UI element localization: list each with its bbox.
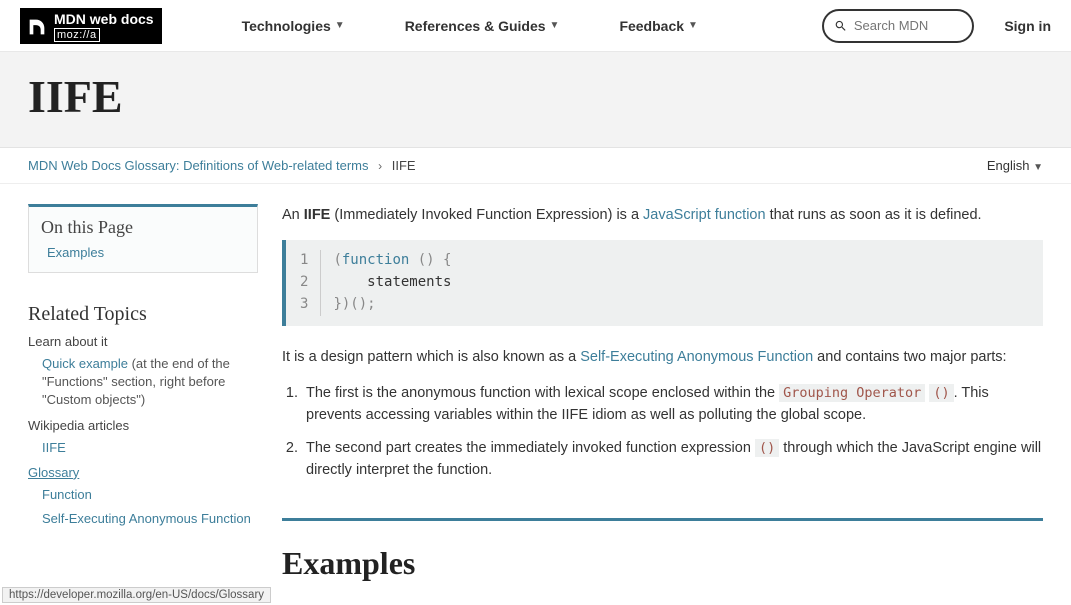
code-parens-2: () [755, 439, 779, 457]
language-selector[interactable]: English ▼ [987, 158, 1043, 173]
code-block: 1 2 3 (function () { statements })(); [282, 240, 1043, 325]
related-sub-wikipedia: Wikipedia articles [28, 418, 258, 433]
line-num-1: 1 [300, 252, 308, 268]
toc-item-examples[interactable]: Examples [47, 245, 104, 260]
nav-technologies[interactable]: Technologies ▼ [242, 18, 345, 34]
related-sub-learn: Learn about it [28, 334, 258, 349]
list-item: The first is the anonymous function with… [302, 382, 1043, 427]
two-parts-list: The first is the anonymous function with… [302, 382, 1043, 482]
caret-down-icon: ▼ [1033, 162, 1043, 173]
caret-down-icon: ▼ [550, 20, 560, 31]
p2a: The second part creates the immediately … [306, 440, 755, 456]
language-label: English [987, 158, 1030, 173]
code-l1c: () { [409, 252, 451, 268]
related-link-iife[interactable]: IIFE [42, 440, 66, 455]
code-parens: () [929, 384, 953, 402]
line-num-2: 2 [300, 274, 308, 290]
intro-text-2: (Immediately Invoked Function Expression… [330, 207, 643, 223]
breadcrumb-current: IIFE [392, 158, 416, 173]
chevron-right-icon: › [378, 159, 382, 173]
mdn-logo[interactable]: MDN web docs moz://a [20, 8, 162, 44]
caret-down-icon: ▼ [688, 20, 698, 31]
code-l1b: function [342, 252, 409, 268]
nav-technologies-label: Technologies [242, 18, 331, 34]
code-l3: })(); [333, 296, 375, 312]
brand-line2: moz://a [54, 28, 100, 42]
related-link-quick-example[interactable]: Quick example [42, 356, 128, 371]
page-title: IIFE [28, 70, 1043, 123]
on-this-page-box: On this Page Examples [28, 204, 258, 273]
nav-feedback-label: Feedback [619, 18, 684, 34]
intro-text-1: An [282, 207, 304, 223]
intro-bold: IIFE [304, 207, 331, 223]
examples-heading: Examples [282, 539, 1043, 589]
intro-paragraph: An IIFE (Immediately Invoked Function Ex… [282, 204, 1043, 226]
related-sub-glossary[interactable]: Glossary [28, 465, 79, 480]
nav-references-label: References & Guides [405, 18, 546, 34]
breadcrumb: MDN Web Docs Glossary: Definitions of We… [28, 158, 416, 173]
section-divider [282, 518, 1043, 521]
design-paragraph: It is a design pattern which is also kno… [282, 346, 1043, 368]
p1a: The first is the anonymous function with… [306, 385, 779, 401]
intro-text-3: that runs as soon as it is defined. [766, 207, 982, 223]
article-body: An IIFE (Immediately Invoked Function Ex… [282, 204, 1043, 588]
dino-icon [26, 16, 48, 38]
code-grouping-operator: Grouping Operator [779, 384, 925, 402]
code-l1a: ( [333, 252, 341, 268]
nav-feedback[interactable]: Feedback ▼ [619, 18, 698, 34]
design-link-seaf[interactable]: Self-Executing Anonymous Function [580, 349, 813, 365]
breadcrumb-parent[interactable]: MDN Web Docs Glossary: Definitions of We… [28, 158, 369, 173]
related-link-function[interactable]: Function [42, 487, 92, 502]
toc-heading: On this Page [41, 217, 245, 238]
search-icon [834, 18, 848, 34]
sign-in-link[interactable]: Sign in [1004, 18, 1051, 34]
status-bar-url: https://developer.mozilla.org/en-US/docs… [2, 587, 271, 603]
list-item: The second part creates the immediately … [302, 437, 1043, 482]
code-l2: statements [333, 274, 451, 290]
caret-down-icon: ▼ [335, 20, 345, 31]
intro-link-js-function[interactable]: JavaScript function [643, 207, 766, 223]
main-nav: Technologies ▼ References & Guides ▼ Fee… [242, 18, 823, 34]
design-post: and contains two major parts: [813, 349, 1006, 365]
line-num-3: 3 [300, 296, 308, 312]
related-link-seaf[interactable]: Self-Executing Anonymous Function [42, 511, 251, 526]
nav-references[interactable]: References & Guides ▼ [405, 18, 560, 34]
related-topics: Related Topics Learn about it Quick exam… [28, 303, 258, 528]
search-box[interactable] [822, 9, 974, 43]
brand-line1: MDN web docs [54, 12, 154, 26]
related-heading: Related Topics [28, 303, 258, 326]
search-input[interactable] [854, 18, 962, 33]
design-pre: It is a design pattern which is also kno… [282, 349, 580, 365]
title-band: IIFE [0, 52, 1071, 148]
